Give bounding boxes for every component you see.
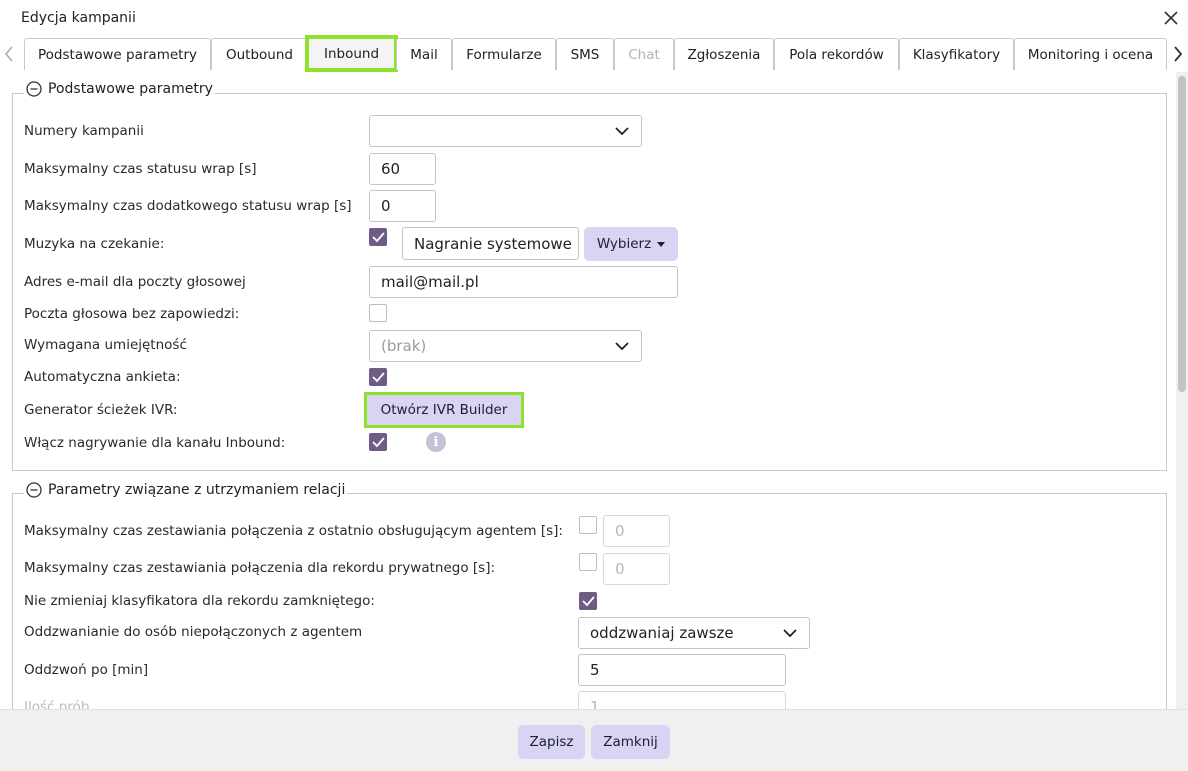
tab-pola-rekordow[interactable]: Pola rekordów <box>774 38 899 70</box>
callback-select[interactable]: oddzwaniaj zawsze <box>578 617 810 649</box>
music-recording-field[interactable]: Nagranie systemowe <box>402 227 579 260</box>
dialog-content: Podstawowe parametry Numery kampanii Mak… <box>0 72 1176 709</box>
open-ivr-builder-button[interactable]: Otwórz IVR Builder <box>364 392 524 428</box>
skill-select[interactable]: (brak) <box>369 330 642 362</box>
label-skill: Wymagana umiejętność <box>24 337 187 353</box>
numery-kampanii-select[interactable] <box>369 115 642 147</box>
tab-scroll-right-icon[interactable] <box>1172 44 1184 64</box>
last-agent-checkbox[interactable] <box>579 516 597 534</box>
private-record-checkbox[interactable] <box>579 553 597 571</box>
chevron-down-icon <box>615 342 629 350</box>
label-ivr: Generator ścieżek IVR: <box>24 402 178 418</box>
max-extra-wrap-input[interactable]: 0 <box>369 190 436 222</box>
label-max-wrap: Maksymalny czas statusu wrap [s] <box>24 161 257 177</box>
tab-sms[interactable]: SMS <box>556 38 614 70</box>
collapse-circle-minus-icon[interactable] <box>26 81 42 97</box>
voicemail-email-input[interactable]: mail@mail.pl <box>369 266 678 298</box>
caret-down-icon <box>657 241 666 247</box>
section-basic-params-legend: Podstawowe parametry <box>24 81 215 97</box>
attempts-input[interactable]: 1 <box>578 691 786 709</box>
recording-checkbox[interactable] <box>369 433 387 451</box>
collapse-circle-minus-icon[interactable] <box>26 482 42 498</box>
check-icon <box>372 232 385 243</box>
voicemail-no-announce-checkbox[interactable] <box>369 304 387 322</box>
closed-record-checkbox[interactable] <box>579 592 597 610</box>
vertical-scrollbar[interactable] <box>1176 72 1188 709</box>
label-music: Muzyka na czekanie: <box>24 236 165 252</box>
tab-monitoring-i-ocena[interactable]: Monitoring i ocena <box>1014 38 1167 70</box>
label-attempts: Ilość prób <box>24 699 90 709</box>
check-icon <box>372 372 385 383</box>
label-voicemail-email: Adres e-mail dla poczty głosowej <box>24 274 246 290</box>
tab-zgloszenia[interactable]: Zgłoszenia <box>674 38 774 70</box>
section-relations-legend: Parametry związane z utrzymaniem relacji <box>24 482 348 498</box>
tab-inbound[interactable]: Inbound <box>305 35 398 72</box>
tab-scroll-left-icon[interactable] <box>3 44 15 64</box>
check-icon <box>582 596 595 607</box>
tab-podstawowe-parametry[interactable]: Podstawowe parametry <box>24 38 211 70</box>
save-button[interactable]: Zapisz <box>518 725 585 759</box>
label-closed-record: Nie zmieniaj klasyfikatora dla rekordu z… <box>24 593 375 609</box>
check-icon <box>372 437 385 448</box>
chevron-down-icon <box>615 127 629 135</box>
info-icon[interactable]: i <box>426 432 446 452</box>
dialog-title: Edycja kampanii <box>21 10 136 26</box>
label-recording: Włącz nagrywanie dla kanału Inbound: <box>24 435 286 451</box>
label-last-agent: Maksymalny czas zestawiania połączenia z… <box>24 523 563 539</box>
label-callback-after: Oddzwoń po [min] <box>24 662 149 678</box>
section-title: Parametry związane z utrzymaniem relacji <box>48 482 346 498</box>
auto-survey-checkbox[interactable] <box>369 368 387 386</box>
tab-klasyfikatory[interactable]: Klasyfikatory <box>899 38 1014 70</box>
private-record-input[interactable]: 0 <box>603 553 670 585</box>
tab-outbound[interactable]: Outbound <box>211 38 308 70</box>
section-title: Podstawowe parametry <box>48 81 213 97</box>
label-auto-survey: Automatyczna ankieta: <box>24 369 181 385</box>
label-callback: Oddzwanianie do osób niepołączonych z ag… <box>24 624 363 640</box>
chevron-down-icon <box>783 629 797 637</box>
label-voicemail-no-announce: Poczta głosowa bez zapowiedzi: <box>24 306 240 322</box>
scrollbar-thumb[interactable] <box>1178 76 1186 392</box>
dialog-title-bar: Edycja kampanii <box>0 0 1188 36</box>
tab-formularze[interactable]: Formularze <box>452 38 556 70</box>
music-checkbox[interactable] <box>369 228 387 246</box>
close-icon[interactable] <box>1163 10 1179 26</box>
tab-bar: Podstawowe parametry Outbound Inbound Ma… <box>0 35 1188 73</box>
callback-after-input[interactable]: 5 <box>578 654 786 686</box>
tab-chat: Chat <box>614 38 674 70</box>
label-max-extra-wrap: Maksymalny czas dodatkowego statusu wrap… <box>24 198 352 214</box>
label-numery-kampanii: Numery kampanii <box>24 123 144 139</box>
label-private-record: Maksymalny czas zestawiania połączenia d… <box>24 560 496 576</box>
dialog-footer: Zapisz Zamknij <box>0 709 1188 771</box>
close-button[interactable]: Zamknij <box>591 725 670 759</box>
choose-music-button[interactable]: Wybierz <box>584 227 678 261</box>
max-wrap-input[interactable]: 60 <box>369 153 436 185</box>
last-agent-input[interactable]: 0 <box>603 515 670 547</box>
tab-mail[interactable]: Mail <box>396 38 452 70</box>
